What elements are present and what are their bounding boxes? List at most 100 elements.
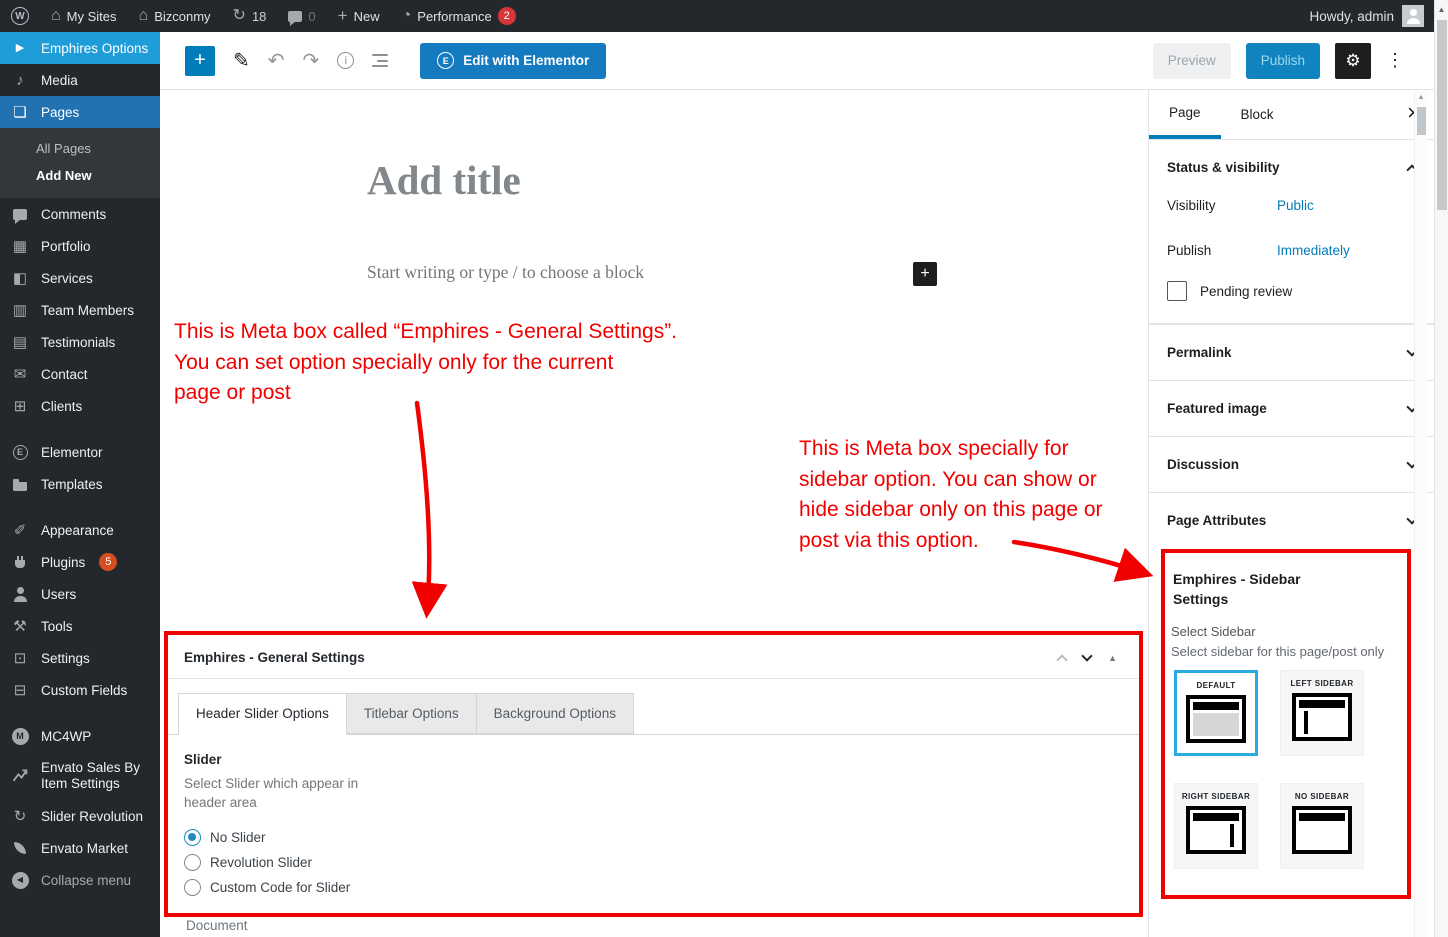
slider-radio-group: No Slider Revolution Slider Custom Code fo… [184, 829, 1123, 896]
details-info-icon[interactable]: i [337, 52, 355, 69]
visibility-value-link[interactable]: Public [1277, 198, 1314, 213]
section-page-attributes[interactable]: Page Attributes [1149, 492, 1434, 548]
panel-scrollbar-thumb[interactable] [1417, 107, 1426, 135]
status-visibility-header[interactable]: Status & visibility [1149, 140, 1434, 189]
publish-button[interactable]: Publish [1245, 42, 1320, 79]
tab-block[interactable]: Block [1221, 90, 1294, 139]
move-down-icon[interactable] [1081, 650, 1093, 662]
comments-menu[interactable]: 0 [277, 0, 326, 32]
list-view-icon[interactable] [372, 54, 389, 67]
section-discussion[interactable]: Discussion [1149, 436, 1434, 492]
sidebar-item-services[interactable]: ◧ Services [0, 262, 160, 294]
services-icon: ◧ [12, 269, 28, 287]
clients-icon: ⊞ [13, 397, 27, 415]
metabox-tabs: Header Slider Options Titlebar Options Bac… [168, 679, 1139, 735]
users-icon [9, 586, 31, 602]
sidebar-item-slider-revolution[interactable]: ↻ Slider Revolution [0, 800, 160, 832]
post-title-placeholder[interactable]: Add title [367, 156, 521, 204]
media-icon: ♪ [16, 71, 24, 89]
editor-canvas: Add title Start writing or type / to cho… [160, 90, 1148, 937]
redo-icon[interactable]: ↷ [303, 51, 320, 71]
sidebar-item-envato-sales-by-item-settings[interactable]: Envato Sales By Item Settings [0, 752, 160, 800]
admin-bar: W ⌂ My Sites ⌂ Bizconmy ↻ 18 0 + New ◔ Perfor… [0, 0, 1434, 32]
contact-icon: ✉ [13, 365, 27, 383]
site-name-menu[interactable]: ⌂ Bizconmy [128, 0, 222, 32]
body-placeholder[interactable]: Start writing or type / to choose a bloc… [367, 262, 644, 283]
tab-titlebar-options[interactable]: Titlebar Options [346, 693, 477, 734]
tab-header-slider-options[interactable]: Header Slider Options [178, 693, 347, 735]
my-sites-menu[interactable]: ⌂ My Sites [40, 0, 128, 32]
sidebar-item-appearance[interactable]: ✐ Appearance [0, 514, 160, 546]
panel-scrollbar[interactable]: ▲ [1414, 90, 1427, 937]
appearance-icon: ✐ [13, 521, 27, 539]
pending-review-row[interactable]: Pending review [1149, 267, 1434, 323]
sidebar-item-portfolio[interactable]: ▦ Portfolio [0, 230, 160, 262]
section-featured-image[interactable]: Featured image [1149, 380, 1434, 436]
new-content-menu[interactable]: + New [327, 0, 391, 32]
sidebar-item-custom-fields[interactable]: ⊟ Custom Fields [0, 674, 160, 706]
preview-button[interactable]: Preview [1152, 42, 1231, 79]
window-scrollbar-thumb[interactable] [1437, 20, 1447, 210]
updates-menu[interactable]: ↻ 18 [222, 0, 278, 32]
section-permalink[interactable]: Permalink [1149, 324, 1434, 380]
sidebar-item-clients[interactable]: ⊞ Clients [0, 390, 160, 422]
avatar[interactable] [1402, 5, 1424, 27]
tab-background-options[interactable]: Background Options [476, 693, 634, 734]
wordpress-logo[interactable]: W [0, 0, 40, 32]
sidebar-item-plugins[interactable]: Plugins 5 [0, 546, 160, 578]
elementor-icon: E [9, 444, 31, 460]
sidebar-item-media[interactable]: ♪ Media [0, 64, 160, 96]
sidebar-item-collapse-menu[interactable]: ◀ Collapse menu [0, 864, 160, 896]
sidebar-item-settings[interactable]: ⊡ Settings [0, 642, 160, 674]
radio-button[interactable] [184, 829, 201, 846]
pending-review-checkbox[interactable] [1167, 281, 1187, 301]
sidebar-item-templates[interactable]: Templates [0, 468, 160, 500]
sidebar-option-default[interactable]: DEFAULT [1174, 670, 1258, 756]
templates-icon [9, 478, 31, 491]
sidebar-item-envato-market[interactable]: Envato Market [0, 832, 160, 864]
publish-value-link[interactable]: Immediately [1277, 243, 1350, 258]
more-options-icon[interactable]: ⋮ [1386, 50, 1404, 71]
block-inserter-button[interactable]: + [185, 45, 215, 76]
radio-no-slider[interactable]: No Slider [184, 829, 1123, 846]
radio-button[interactable] [184, 854, 201, 871]
move-up-icon[interactable] [1056, 653, 1068, 666]
settings-sidebar: Page Block × Status & visibility Visibil… [1148, 90, 1434, 937]
toggle-panel-icon[interactable]: ▲ [1108, 653, 1117, 663]
submenu-item-add-new[interactable]: Add New [0, 162, 160, 189]
submenu-item-all-pages[interactable]: All Pages [0, 135, 160, 162]
radio-revolution-slider[interactable]: Revolution Slider [184, 854, 1123, 871]
radio-custom-code-for-slider[interactable]: Custom Code for Slider [184, 879, 1123, 896]
settings-gear-button[interactable]: ⚙ [1335, 42, 1371, 79]
radio-button[interactable] [184, 879, 201, 896]
howdy-label[interactable]: Howdy, admin [1309, 9, 1394, 24]
scroll-up-icon[interactable]: ▲ [1435, 0, 1448, 14]
document-panel-label: Document [186, 918, 248, 933]
sidebar-item-tools[interactable]: ⚒ Tools [0, 610, 160, 642]
sidebar-item-elementor[interactable]: E Elementor [0, 436, 160, 468]
performance-menu[interactable]: ◔ Performance 2 [391, 0, 527, 32]
sidebar-item-emphires-options[interactable]: ▶ Emphires Options [0, 32, 160, 64]
sidebar-item-users[interactable]: Users [0, 578, 160, 610]
layout-default-icon [1186, 695, 1246, 743]
sidebar-item-contact[interactable]: ✉ Contact [0, 358, 160, 390]
sidebar-item-team-members[interactable]: ▥ Team Members [0, 294, 160, 326]
pages-icon: ❏ [13, 103, 27, 121]
sidebar-metabox-title: Emphires - Sidebar Settings [1173, 571, 1301, 607]
scroll-up-icon[interactable]: ▲ [1415, 90, 1427, 101]
window-scrollbar[interactable]: ▲ [1434, 0, 1448, 937]
envato-sales-icon [9, 768, 31, 784]
sidebar-item-testimonials[interactable]: ▤ Testimonials [0, 326, 160, 358]
sidebar-item-comments[interactable]: Comments [0, 198, 160, 230]
sidebar-option-left-sidebar[interactable]: LEFT SIDEBAR [1280, 670, 1364, 756]
tab-page[interactable]: Page [1149, 90, 1221, 139]
block-inserter-small-button[interactable]: + [913, 262, 937, 286]
sidebar-item-mc4wp[interactable]: M MC4WP [0, 720, 160, 752]
annotation-general-settings: This is Meta box called “Emphires - Gene… [174, 320, 678, 404]
edit-with-elementor-button[interactable]: E Edit with Elementor [420, 42, 607, 79]
undo-icon[interactable]: ↶ [268, 51, 285, 71]
sidebar-item-pages[interactable]: ❏ Pages [0, 96, 160, 128]
sidebar-option-no-sidebar[interactable]: NO SIDEBAR [1280, 783, 1364, 869]
edit-mode-pencil-icon[interactable]: ✎ [233, 51, 250, 71]
sidebar-option-right-sidebar[interactable]: RIGHT SIDEBAR [1174, 783, 1258, 869]
